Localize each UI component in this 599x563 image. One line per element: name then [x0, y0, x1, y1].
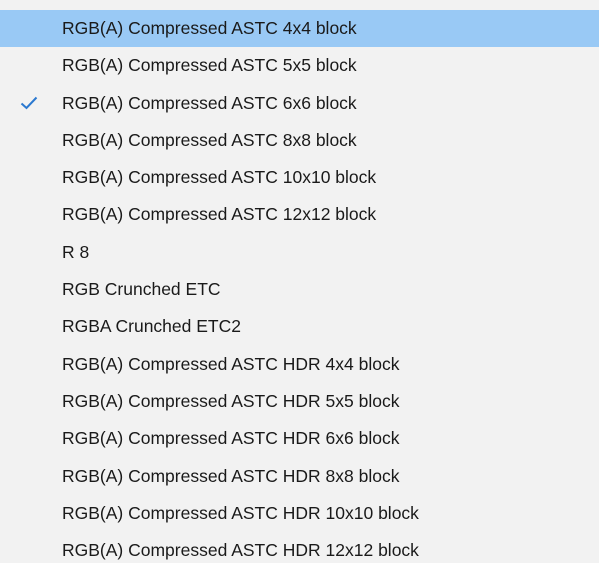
menu-item-label: RGB(A) Compressed ASTC HDR 6x6 block [62, 428, 400, 449]
menu-item-astc-hdr-6x6[interactable]: RGB(A) Compressed ASTC HDR 6x6 block [0, 420, 599, 457]
menu-item-astc-5x5[interactable]: RGB(A) Compressed ASTC 5x5 block [0, 47, 599, 84]
checkmark-icon [18, 85, 40, 122]
menu-item-label: R 8 [62, 241, 90, 262]
menu-item-label: RGB(A) Compressed ASTC 4x4 block [62, 18, 357, 38]
menu-item-astc-hdr-5x5[interactable]: RGB(A) Compressed ASTC HDR 5x5 block [0, 383, 599, 420]
menu-item-label: RGB(A) Compressed ASTC 10x10 block [62, 167, 377, 188]
menu-item-astc-hdr-10x10[interactable]: RGB(A) Compressed ASTC HDR 10x10 block [0, 495, 599, 532]
menu-item-astc-6x6[interactable]: RGB(A) Compressed ASTC 6x6 block [0, 85, 599, 122]
menu-item-label: RGB(A) Compressed ASTC HDR 5x5 block [62, 390, 400, 411]
menu-item-label: RGB Crunched ETC [62, 279, 221, 300]
menu-item-astc-12x12[interactable]: RGB(A) Compressed ASTC 12x12 block [0, 196, 599, 233]
menu-item-astc-4x4[interactable]: RGB(A) Compressed ASTC 4x4 block [0, 10, 599, 48]
menu-item-label: RGB(A) Compressed ASTC 5x5 block [62, 55, 357, 76]
menu-item-label: RGB(A) Compressed ASTC 6x6 block [62, 92, 357, 113]
menu-item-label: RGB(A) Compressed ASTC 8x8 block [62, 129, 357, 150]
menu-item-astc-hdr-12x12[interactable]: RGB(A) Compressed ASTC HDR 12x12 block [0, 532, 599, 563]
menu-item-label: RGB(A) Compressed ASTC 12x12 block [62, 204, 377, 225]
menu-item-label: RGB(A) Compressed ASTC HDR 8x8 block [62, 465, 400, 486]
texture-format-dropdown-menu: RGB(A) Compressed ASTC 4x4 block RGB(A) … [0, 0, 599, 563]
menu-item-astc-hdr-8x8[interactable]: RGB(A) Compressed ASTC HDR 8x8 block [0, 458, 599, 495]
menu-item-label: RGBA Crunched ETC2 [62, 316, 241, 337]
menu-item-label: RGB(A) Compressed ASTC HDR 4x4 block [62, 353, 400, 374]
menu-item-label: RGB(A) Compressed ASTC HDR 12x12 block [62, 540, 419, 561]
menu-item-astc-hdr-4x4[interactable]: RGB(A) Compressed ASTC HDR 4x4 block [0, 346, 599, 383]
menu-item-astc-8x8[interactable]: RGB(A) Compressed ASTC 8x8 block [0, 122, 599, 159]
menu-item-r8[interactable]: R 8 [0, 234, 599, 271]
menu-item-rgb-crunched-etc[interactable]: RGB Crunched ETC [0, 271, 599, 308]
menu-item-rgba-crunched-etc2[interactable]: RGBA Crunched ETC2 [0, 308, 599, 345]
menu-item-label: RGB(A) Compressed ASTC HDR 10x10 block [62, 502, 419, 523]
menu-item-astc-10x10[interactable]: RGB(A) Compressed ASTC 10x10 block [0, 159, 599, 196]
